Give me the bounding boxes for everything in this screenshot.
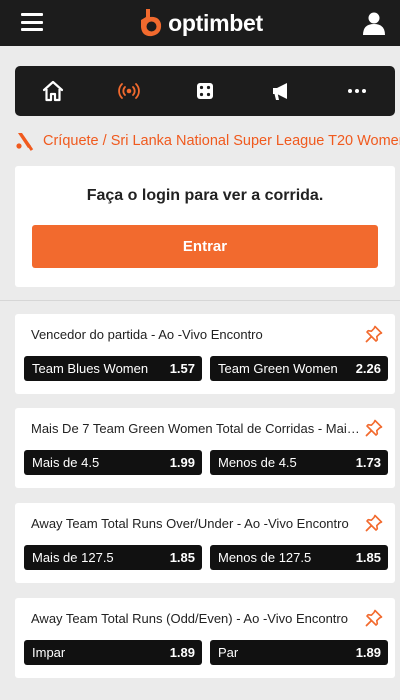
nav-live[interactable]: [91, 66, 167, 116]
nav-casino[interactable]: [167, 66, 243, 116]
outcome-odds: 1.57: [169, 361, 195, 376]
outcome-label: Menos de 4.5: [218, 455, 297, 470]
outcome-label: Impar: [32, 645, 66, 660]
more-dots-icon: [348, 89, 366, 93]
market-title: Vencedor do partida - Ao -Vivo Encontro: [31, 327, 263, 342]
outcome-button[interactable]: Impar 1.89: [24, 640, 202, 665]
pin-icon[interactable]: [365, 514, 383, 532]
user-icon[interactable]: [362, 11, 386, 35]
nav-more[interactable]: [319, 66, 395, 116]
pin-icon[interactable]: [365, 609, 383, 627]
outcome-button[interactable]: Menos de 4.5 1.73: [210, 450, 388, 475]
login-button[interactable]: Entrar: [32, 225, 378, 268]
outcome-odds: 2.26: [355, 361, 381, 376]
outcome-odds: 1.73: [355, 455, 381, 470]
app-header: optimbet: [0, 0, 400, 46]
market-card: Vencedor do partida - Ao -Vivo Encontro …: [15, 314, 395, 394]
market-card: Mais De 7 Team Green Women Total de Corr…: [15, 408, 395, 488]
pin-icon[interactable]: [365, 325, 383, 343]
outcome-odds: 1.99: [169, 455, 195, 470]
cricket-bat-icon: [16, 133, 34, 151]
outcome-label: Mais de 4.5: [32, 455, 100, 470]
nav-promotions[interactable]: [243, 66, 319, 116]
megaphone-icon: [273, 83, 287, 100]
outcome-label: Mais de 127.5: [32, 550, 114, 565]
outcome-button[interactable]: Par 1.89: [210, 640, 388, 665]
outcome-button[interactable]: Team Blues Women 1.57: [24, 356, 202, 381]
market-card: Away Team Total Runs Over/Under - Ao -Vi…: [15, 503, 395, 583]
market-title: Mais De 7 Team Green Women Total de Corr…: [31, 421, 361, 436]
hamburger-menu-icon[interactable]: [21, 13, 43, 31]
outcome-button[interactable]: Menos de 127.5 1.85: [210, 545, 388, 570]
login-prompt-card: Faça o login para ver a corrida. Entrar: [15, 166, 395, 287]
breadcrumb-text: Críquete / Sri Lanka National Super Leag…: [43, 133, 400, 149]
outcome-button[interactable]: Mais de 127.5 1.85: [24, 545, 202, 570]
dice-icon: [197, 83, 213, 99]
breadcrumb[interactable]: Críquete / Sri Lanka National Super Leag…: [15, 130, 400, 152]
outcome-odds: 1.89: [355, 645, 381, 660]
sport-nav-bar: [15, 66, 395, 116]
outcome-button[interactable]: Team Green Women 2.26: [210, 356, 388, 381]
brand-logo[interactable]: optimbet: [137, 7, 263, 39]
login-prompt-title: Faça o login para ver a corrida.: [86, 187, 324, 204]
outcome-label: Menos de 127.5: [218, 550, 312, 565]
outcome-button[interactable]: Mais de 4.5 1.99: [24, 450, 202, 475]
home-icon: [42, 80, 64, 102]
live-broadcast-icon: [118, 83, 140, 99]
outcome-odds: 1.85: [355, 550, 381, 565]
market-card: Away Team Total Runs (Odd/Even) - Ao -Vi…: [15, 598, 395, 678]
outcome-label: Team Green Women: [218, 361, 338, 376]
optimbet-logo-icon: [141, 9, 162, 37]
nav-home[interactable]: [15, 66, 91, 116]
outcome-odds: 1.89: [169, 645, 195, 660]
pin-icon[interactable]: [365, 419, 383, 437]
outcome-odds: 1.85: [169, 550, 195, 565]
brand-name: optimbet: [168, 9, 263, 36]
section-divider: [0, 300, 400, 301]
outcome-label: Team Blues Women: [32, 361, 149, 376]
outcome-label: Par: [218, 645, 239, 660]
market-title: Away Team Total Runs Over/Under - Ao -Vi…: [31, 516, 349, 531]
market-title: Away Team Total Runs (Odd/Even) - Ao -Vi…: [31, 611, 348, 626]
